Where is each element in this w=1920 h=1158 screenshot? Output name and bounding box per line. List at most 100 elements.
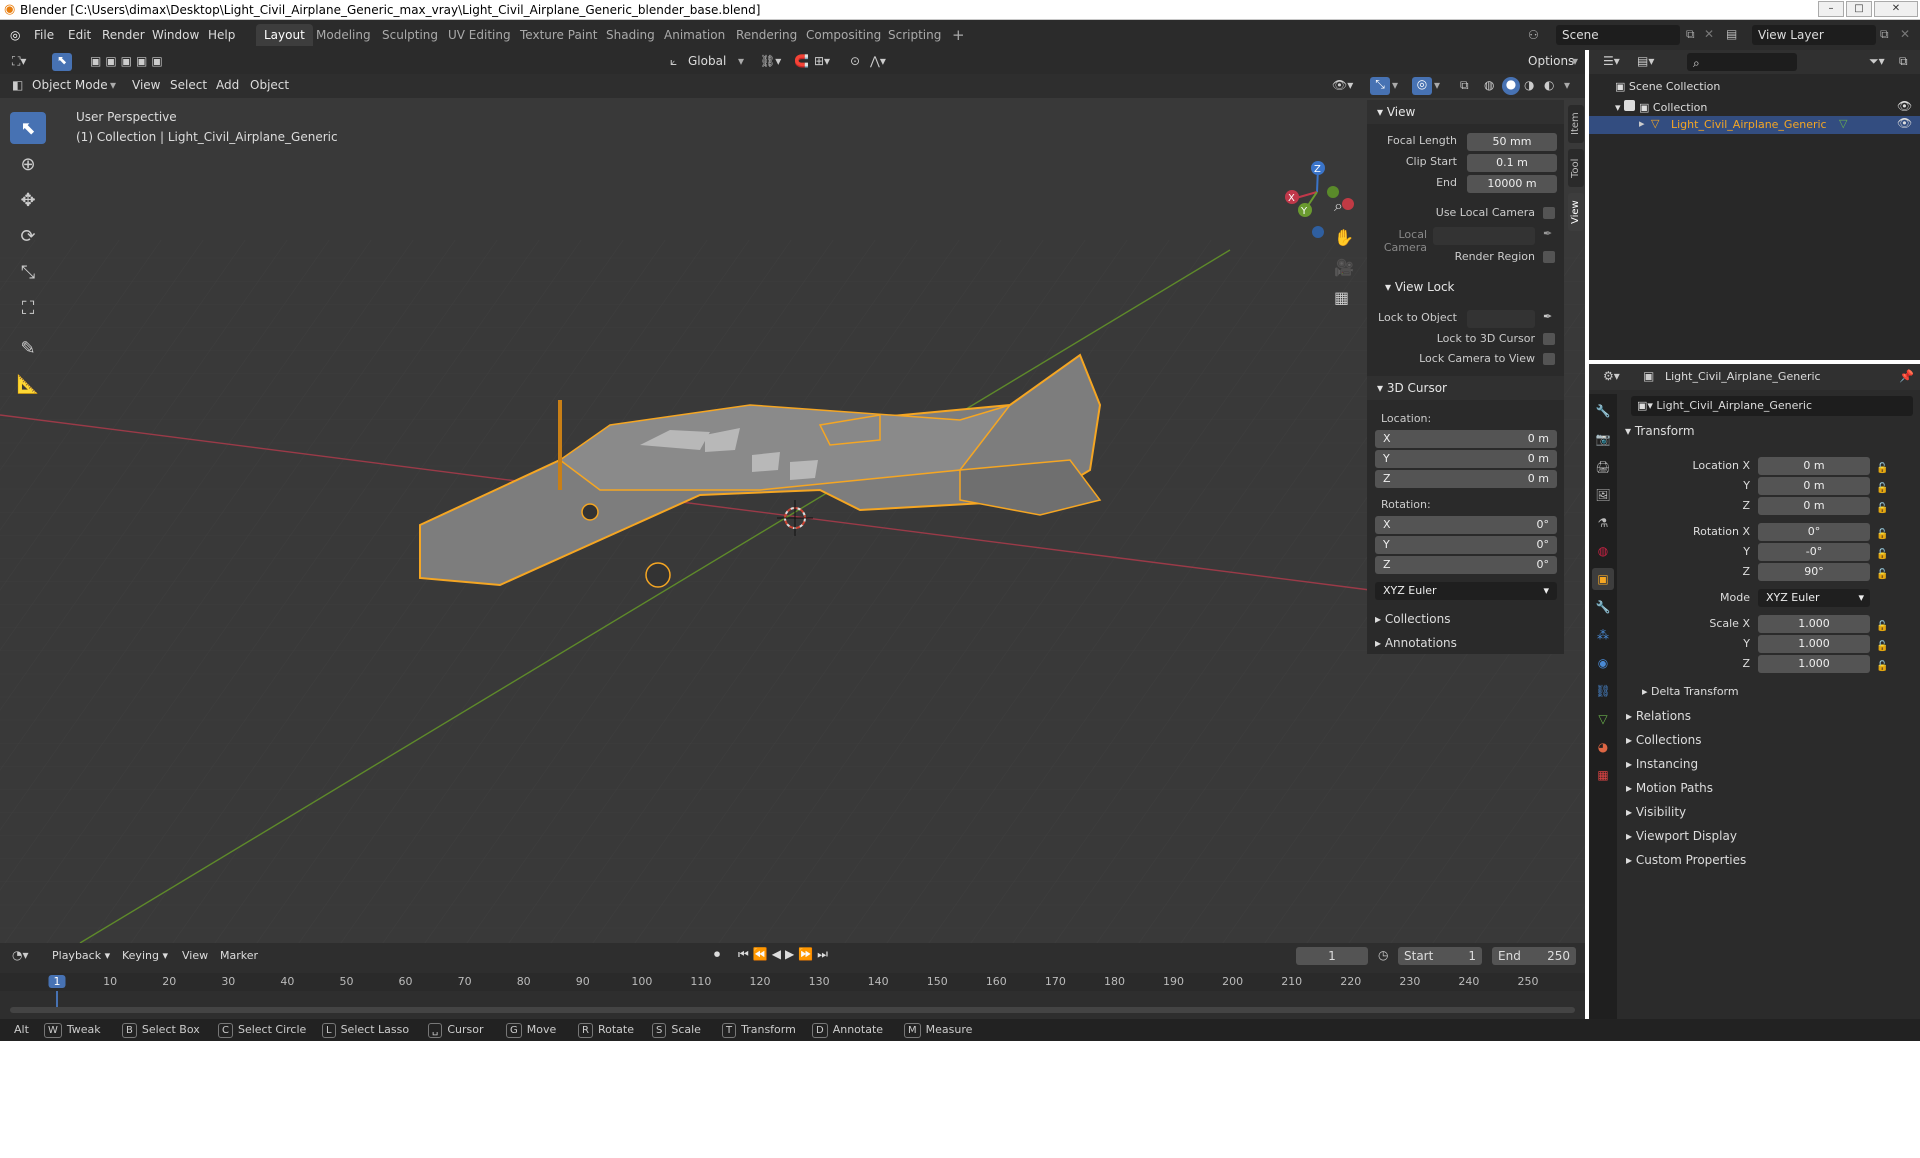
rendered-shading-icon[interactable]: ◐ — [1544, 78, 1554, 92]
cursor-location-x-field[interactable]: X0 m — [1375, 430, 1557, 448]
cursor-rotation-y-field[interactable]: Y 0° — [1375, 536, 1557, 554]
rotation-z-field[interactable]: 90° — [1758, 563, 1870, 581]
timeline-menu-playback[interactable]: Playback ▾ — [52, 949, 110, 962]
outliner-object-row[interactable]: ▸ ▽ Light_Civil_Airplane_Generic ▽ 👁 — [1589, 116, 1920, 134]
solid-shading-icon[interactable]: ● — [1502, 77, 1520, 95]
playback-controls[interactable]: ⏮⏪◀▶⏩⏭ — [738, 947, 832, 962]
collections-panel-header[interactable]: ▸ Collections — [1375, 612, 1450, 626]
remove-view-layer-icon[interactable]: ✕ — [1900, 27, 1910, 41]
menu-render[interactable]: Render — [102, 28, 145, 42]
orientation-selector[interactable]: Global — [688, 54, 726, 68]
3d-cursor-header[interactable]: ▾ 3D Cursor — [1367, 376, 1564, 400]
overlay-chevron-icon[interactable]: ▾ — [1434, 78, 1440, 92]
add-workspace-button[interactable]: + — [944, 24, 973, 46]
render-tab-icon[interactable]: 📷 — [1592, 428, 1614, 450]
viewport-menu-add[interactable]: Add — [216, 78, 239, 92]
object-tab-icon[interactable]: ▣ — [1592, 568, 1614, 590]
transform-panel-header[interactable]: ▾ Transform — [1625, 424, 1695, 438]
blender-menu-icon[interactable]: ◎ — [10, 28, 20, 42]
tab-layout[interactable]: Layout — [256, 24, 313, 46]
clip-end-field[interactable]: 10000 m — [1467, 175, 1557, 193]
tab-shading[interactable]: Shading — [598, 24, 663, 46]
cursor-rotation-x-field[interactable]: X 0° — [1375, 516, 1557, 534]
frame-ruler[interactable]: 1 10 20 30 40 50 60 70 80 90 100 110 120 130 140 150 160… — [0, 973, 1585, 1013]
focal-length-field[interactable]: 50 mm — [1467, 133, 1557, 151]
gizmo-chevron-icon[interactable]: ▾ — [1392, 78, 1398, 92]
tab-uv-editing[interactable]: UV Editing — [440, 24, 519, 46]
transform-tool-button[interactable]: ⛶ — [10, 292, 46, 324]
menu-file[interactable]: File — [34, 28, 54, 42]
tab-compositing[interactable]: Compositing — [798, 24, 889, 46]
maximize-icon[interactable]: □ — [1846, 1, 1872, 17]
timeline-menu-keying[interactable]: Keying ▾ — [122, 949, 168, 962]
object-visibility-eye-icon[interactable]: 👁 — [1897, 116, 1912, 130]
wireframe-shading-icon[interactable]: ◍ — [1484, 78, 1494, 92]
pivot-icon[interactable]: ⛓▾ — [760, 54, 781, 68]
filter-icon[interactable]: ⏷▾ — [1869, 54, 1885, 69]
rotation-mode-dropdown[interactable]: XYZ Euler ▾ — [1758, 589, 1870, 607]
annotate-tool-button[interactable]: ✎ — [10, 332, 46, 364]
custom-properties-panel-header[interactable]: ▸ Custom Properties — [1626, 853, 1746, 867]
delta-transform-subpanel[interactable]: ▸ Delta Transform — [1642, 685, 1739, 698]
material-tab-icon[interactable]: ◕ — [1592, 736, 1614, 758]
view-layer-tab-icon[interactable]: 🖼 — [1592, 484, 1614, 506]
outliner-search-input[interactable]: ⌕ — [1687, 53, 1797, 71]
instancing-panel-header[interactable]: ▸ Instancing — [1626, 757, 1698, 771]
new-view-layer-icon[interactable]: ⧉ — [1880, 27, 1889, 42]
editor-type-icon[interactable]: ⛶▾ — [12, 54, 26, 69]
rotate-tool-button[interactable]: ⟳ — [10, 220, 46, 252]
record-icon[interactable]: ⏺ — [714, 947, 720, 962]
location-z-field[interactable]: 0 m — [1758, 497, 1870, 515]
scene-tab-icon[interactable]: ⚗ — [1592, 512, 1614, 534]
cursor-location-y-field[interactable]: Y0 m — [1375, 450, 1557, 468]
render-region-checkbox[interactable] — [1543, 251, 1555, 263]
output-tab-icon[interactable]: 🖨 — [1592, 456, 1614, 478]
use-local-camera-checkbox[interactable] — [1543, 207, 1555, 219]
new-collection-icon[interactable]: ⧉ — [1899, 54, 1908, 69]
lock-icon[interactable]: 🔓 🔓 🔓 — [1876, 459, 1888, 519]
eyedropper-icon[interactable]: ✒ — [1543, 227, 1552, 240]
snap-icon[interactable]: 🧲 — [794, 54, 809, 68]
pan-hand-icon[interactable]: ✋ — [1334, 228, 1354, 247]
lock-to-object-field[interactable] — [1467, 310, 1535, 328]
editor-type-icon[interactable]: ☰▾ — [1603, 54, 1620, 68]
texture-tab-icon[interactable]: ▦ — [1592, 764, 1614, 786]
visibility-panel-header[interactable]: ▸ Visibility — [1626, 805, 1686, 819]
proportional-edit-icon[interactable]: ⊙ — [850, 54, 860, 68]
remove-scene-icon[interactable]: ✕ — [1704, 27, 1714, 41]
options-dropdown[interactable]: Options — [1528, 54, 1574, 68]
physics-tab-icon[interactable]: ◉ — [1592, 652, 1614, 674]
end-frame-field[interactable]: End 250 — [1492, 947, 1576, 965]
snap-target-icon[interactable]: ⊞▾ — [814, 54, 830, 68]
material-shading-icon[interactable]: ◑ — [1524, 78, 1534, 92]
falloff-icon[interactable]: ⋀▾ — [870, 54, 886, 68]
view-lock-header[interactable]: ▾ View Lock — [1385, 280, 1455, 294]
cursor-tool-button[interactable]: ⊕ — [10, 148, 46, 180]
start-frame-field[interactable]: Start 1 — [1398, 947, 1482, 965]
cursor-location-z-field[interactable]: Z0 m — [1375, 470, 1557, 488]
camera-view-icon[interactable]: 🎥 — [1334, 258, 1354, 277]
collections-panel-header[interactable]: ▸ Collections — [1626, 733, 1701, 747]
tab-texture-paint[interactable]: Texture Paint — [512, 24, 605, 46]
tab-modeling[interactable]: Modeling — [308, 24, 379, 46]
viewport-display-panel-header[interactable]: ▸ Viewport Display — [1626, 829, 1737, 843]
menu-help[interactable]: Help — [208, 28, 235, 42]
viewport-scene[interactable]: Z X Y — [0, 50, 1585, 943]
relations-panel-header[interactable]: ▸ Relations — [1626, 709, 1691, 723]
lock-icon[interactable]: 🔓 🔓 🔓 — [1876, 525, 1888, 585]
world-tab-icon[interactable]: ◍ — [1592, 540, 1614, 562]
sidebar-tab-tool[interactable]: Tool — [1568, 149, 1584, 187]
display-mode-icon[interactable]: ▤▾ — [1637, 54, 1654, 68]
new-scene-icon[interactable]: ⧉ — [1686, 27, 1695, 42]
xray-icon[interactable]: ⧉ — [1460, 78, 1469, 93]
menu-edit[interactable]: Edit — [68, 28, 91, 42]
lock-to-3d-cursor-checkbox[interactable] — [1543, 333, 1555, 345]
data-tab-icon[interactable]: ▽ — [1592, 708, 1614, 730]
timeline-scrollbar[interactable] — [10, 1007, 1575, 1013]
scale-z-field[interactable]: 1.000 — [1758, 655, 1870, 673]
tab-sculpting[interactable]: Sculpting — [374, 24, 446, 46]
viewport-menu-select[interactable]: Select — [170, 78, 207, 92]
sidebar-tab-item[interactable]: Item — [1568, 105, 1584, 143]
clip-start-field[interactable]: 0.1 m — [1467, 154, 1557, 172]
viewport-menu-view[interactable]: View — [132, 78, 160, 92]
